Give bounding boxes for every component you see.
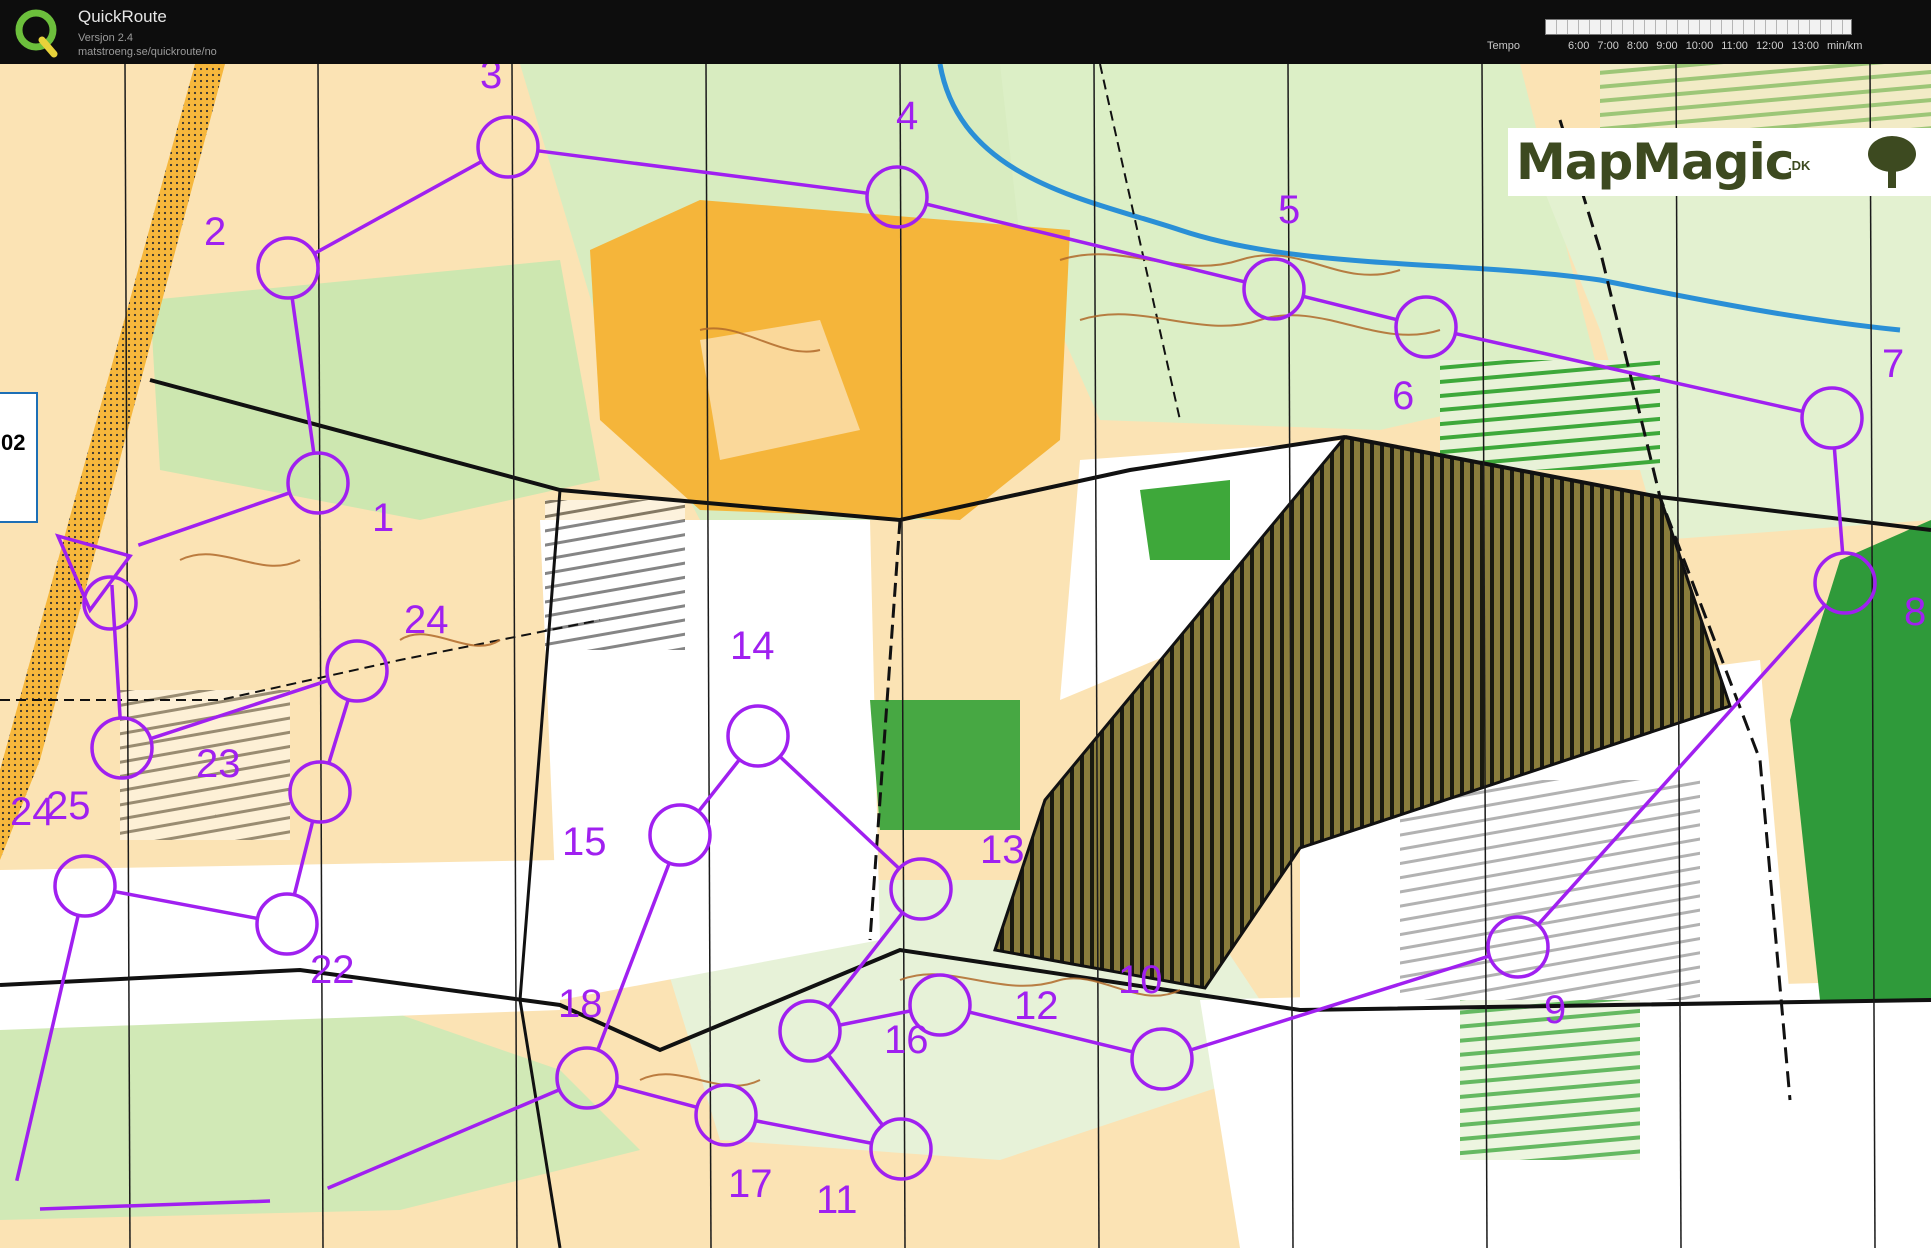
control-circle[interactable] (256, 236, 320, 300)
course-overlay (15, 115, 1877, 1211)
control-circle[interactable] (694, 1083, 758, 1147)
control-circle[interactable] (889, 857, 953, 921)
tempo-tick: 13:00 (1791, 40, 1819, 52)
tempo-tick: 8:00 (1626, 40, 1649, 52)
control-circle[interactable] (1242, 257, 1306, 321)
control-number-label: 15 (562, 820, 607, 864)
control-number-label: 8 (1904, 590, 1927, 634)
control-circle[interactable] (865, 165, 929, 229)
course-leg (755, 1119, 872, 1145)
course-leg (596, 862, 671, 1051)
tempo-label: Tempo (1487, 40, 1521, 52)
control-circle[interactable] (726, 704, 790, 768)
control-circle[interactable] (1800, 386, 1864, 450)
control-circle[interactable] (288, 760, 352, 824)
tree-icon (1868, 136, 1916, 188)
tempo-tick: 9:00 (1656, 40, 1678, 52)
tempo-ticks: 6:00 7:00 8:00 9:00 10:00 11:00 12:00 13… (1568, 40, 1862, 52)
control-number-label: 11 (816, 1178, 858, 1222)
tempo-tick: 11:00 (1721, 40, 1748, 52)
control-number-label: 24 (404, 598, 449, 642)
control-number-label: 5 (1278, 188, 1301, 232)
course-leg (778, 755, 901, 870)
control-number-label: 7 (1882, 342, 1905, 386)
control-circle[interactable] (778, 999, 842, 1063)
control-number-label: 16 (884, 1018, 929, 1062)
course-leg (1832, 447, 1845, 554)
control-number-label: 2 (204, 210, 227, 254)
control-number-label: 25 (46, 784, 91, 828)
control-circle[interactable] (325, 639, 389, 703)
control-circle[interactable] (90, 716, 154, 780)
course-leg (615, 1084, 698, 1109)
control-number-label: 22 (310, 948, 355, 992)
legend-label: 02 (1, 430, 26, 455)
course-leg (290, 297, 316, 454)
course-leg (827, 911, 904, 1009)
control-circle[interactable] (1813, 551, 1877, 615)
control-number-label: 4 (896, 94, 919, 138)
course-leg (137, 491, 291, 547)
control-circle[interactable] (255, 892, 319, 956)
course-leg (39, 1199, 271, 1211)
course-leg (1536, 604, 1827, 926)
app-version: Versjon 2.4 (78, 32, 134, 44)
tempo-unit: min/km (1827, 40, 1863, 52)
control-circle[interactable] (1394, 295, 1458, 359)
control-number-label: 9 (1544, 988, 1567, 1032)
control-circle[interactable] (648, 803, 712, 867)
tempo-color-scale (1545, 19, 1852, 35)
control-number-label: 10 (1118, 958, 1163, 1002)
tempo-tick: 10:00 (1685, 40, 1714, 52)
brand-suffix: .DK (1788, 158, 1811, 173)
control-circle[interactable] (1486, 915, 1550, 979)
map-publisher-logo: MapMagic .DK (1508, 128, 1931, 196)
brand-name: MapMagic (1516, 133, 1794, 191)
control-number-label: 12 (1014, 984, 1059, 1028)
app-title: QuickRoute (78, 7, 167, 26)
control-number-label: 17 (728, 1162, 773, 1206)
course-leg (292, 820, 315, 896)
course-leg (925, 202, 1246, 284)
control-number-label: 6 (1392, 374, 1415, 418)
course-leg (114, 889, 258, 921)
map-legend-box: 02 (0, 392, 38, 523)
control-number-label: 3 (480, 64, 503, 97)
title-bar: QuickRoute Versjon 2.4 matstroeng.se/qui… (0, 0, 1931, 64)
app-url[interactable]: matstroeng.se/quickroute/no (78, 45, 217, 59)
course-leg (326, 1088, 561, 1190)
control-circle[interactable] (555, 1046, 619, 1110)
control-number-label: 13 (980, 828, 1025, 872)
app-version-info: Versjon 2.4 matstroeng.se/quickroute/no (78, 31, 217, 59)
control-number-label: 14 (730, 624, 775, 668)
course-leg (15, 914, 80, 1182)
course-leg (826, 1053, 885, 1127)
quickroute-logo-icon (15, 9, 58, 58)
tempo-tick: 12:00 (1755, 40, 1784, 52)
tempo-tick: 7:00 (1597, 40, 1619, 52)
control-circle[interactable] (53, 854, 117, 918)
tempo-tick: 6:00 (1568, 40, 1590, 52)
control-circle[interactable] (869, 1117, 933, 1181)
course-leg (110, 584, 122, 719)
control-circle[interactable] (286, 451, 350, 515)
control-circle[interactable] (476, 115, 540, 179)
orienteering-map[interactable]: MapMagic .DK 02 1 2 3 4 5 6 7 8 9 10 11 12 13 14 15 16 1… (0, 64, 1931, 1248)
control-number-label: 1 (372, 496, 395, 540)
course-leg (149, 678, 330, 741)
course-leg (327, 699, 350, 764)
start-triangle-icon (54, 533, 133, 614)
control-number-label: 23 (196, 742, 241, 786)
course-leg (537, 149, 868, 195)
course-leg (1454, 331, 1804, 414)
control-circle[interactable] (1130, 1027, 1194, 1091)
course-leg (1190, 954, 1490, 1052)
course-leg (697, 758, 741, 813)
course-leg (1302, 294, 1398, 322)
control-number-label: 18 (558, 982, 603, 1026)
course-leg (313, 159, 483, 256)
